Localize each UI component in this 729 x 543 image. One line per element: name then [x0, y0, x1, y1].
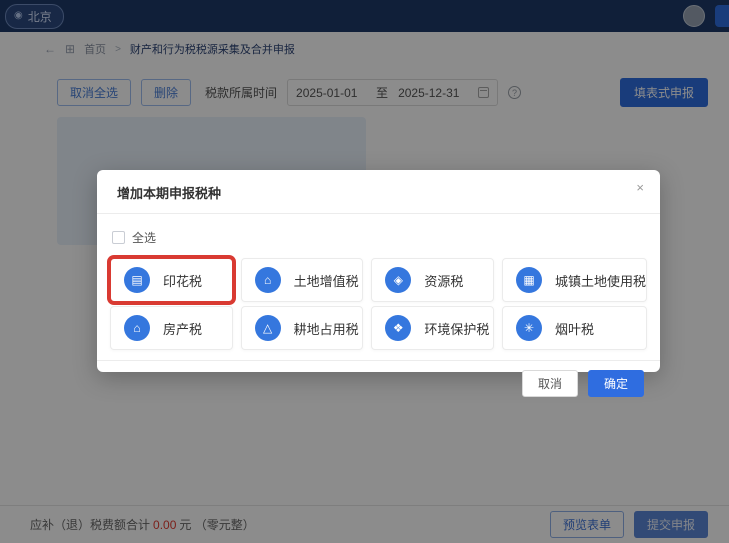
tax-type-card[interactable]: ✳ 烟叶税 — [502, 306, 647, 350]
select-all-label: 全选 — [132, 229, 156, 246]
tax-type-card[interactable]: △ 耕地占用税 — [241, 306, 364, 350]
tax-type-grid: ▤ 印花税 ⌂ 土地增值税 ◈ 资源税 ▦ 城镇土地使用税 ⌂ 房产税 △ 耕地占用税 ❖ 环境保护税 ✳ 烟… — [110, 258, 647, 350]
urban-land-use-tax-icon: ▦ — [516, 267, 542, 293]
tax-type-card[interactable]: ❖ 环境保护税 — [371, 306, 494, 350]
app-window: ◉ 北京 ← ⊞ 首页 > 财产和行为税税源采集及合并申报 取消全选 删除 税款… — [0, 0, 729, 543]
confirm-button[interactable]: 确定 — [588, 370, 644, 397]
tax-type-label: 房产税 — [163, 319, 202, 338]
modal-body: 全选 ▤ 印花税 ⌂ 土地增值税 ◈ 资源税 ▦ 城镇土地使用税 ⌂ 房产税 △ 耕地占用税 ❖ 环境保护… — [97, 214, 660, 360]
close-icon[interactable]: × — [636, 181, 644, 194]
land-appreciation-tax-icon: ⌂ — [255, 267, 281, 293]
house-property-tax-icon: ⌂ — [124, 315, 150, 341]
tax-type-label: 资源税 — [424, 271, 463, 290]
select-all-row: 全选 — [112, 229, 647, 246]
tax-type-label: 城镇土地使用税 — [555, 271, 646, 290]
tax-type-card[interactable]: ▦ 城镇土地使用税 — [502, 258, 647, 302]
tax-type-label: 耕地占用税 — [294, 319, 359, 338]
stamp-tax-icon: ▤ — [124, 267, 150, 293]
tax-type-label: 烟叶税 — [555, 319, 594, 338]
environmental-protection-tax-icon: ❖ — [385, 315, 411, 341]
tax-type-card[interactable]: ▤ 印花税 — [110, 258, 233, 302]
tax-type-label: 环境保护税 — [424, 319, 489, 338]
cancel-button[interactable]: 取消 — [522, 370, 578, 397]
tax-type-card[interactable]: ◈ 资源税 — [371, 258, 494, 302]
tax-type-card[interactable]: ⌂ 房产税 — [110, 306, 233, 350]
modal-footer: 取消 确定 — [97, 360, 660, 408]
add-tax-types-modal: 增加本期申报税种 × 全选 ▤ 印花税 ⌂ 土地增值税 ◈ 资源税 ▦ 城镇土地使用税 ⌂ 房产税… — [97, 170, 660, 372]
tax-type-label: 印花税 — [163, 271, 202, 290]
farmland-occupation-tax-icon: △ — [255, 315, 281, 341]
modal-header: 增加本期申报税种 × — [97, 170, 660, 214]
select-all-checkbox[interactable] — [112, 231, 125, 244]
tax-type-label: 土地增值税 — [294, 271, 359, 290]
resource-tax-icon: ◈ — [385, 267, 411, 293]
tobacco-leaf-tax-icon: ✳ — [516, 315, 542, 341]
tax-type-card[interactable]: ⌂ 土地增值税 — [241, 258, 364, 302]
modal-title: 增加本期申报税种 — [117, 186, 221, 201]
